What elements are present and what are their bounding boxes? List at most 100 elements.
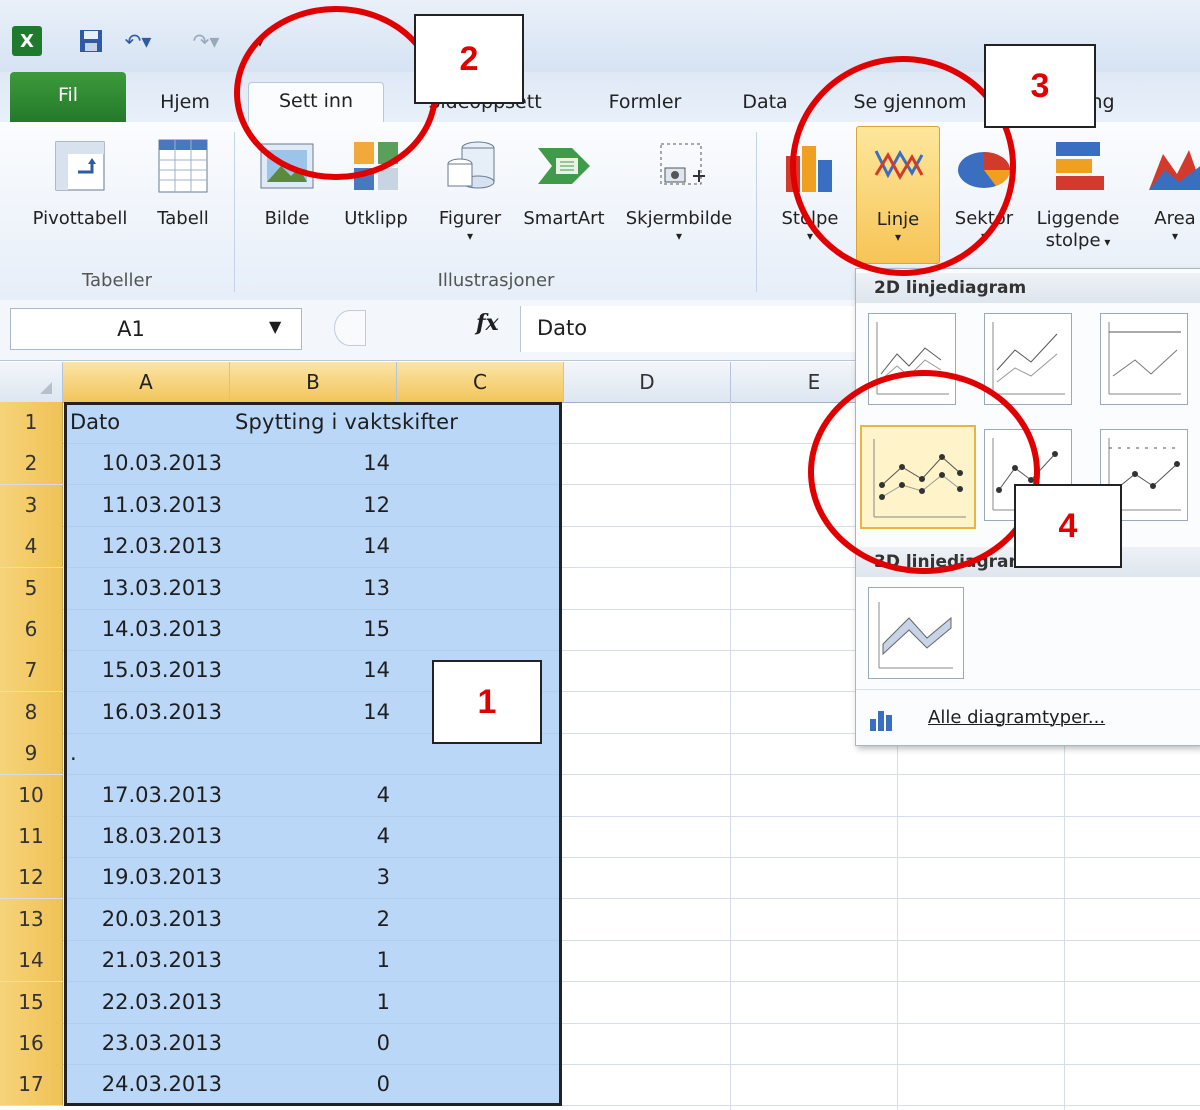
cell-b[interactable]: 14 <box>229 692 396 733</box>
name-box[interactable]: A1 ▼ <box>10 308 302 350</box>
cell-b[interactable] <box>229 733 396 774</box>
formula-bar-resize-handle[interactable] <box>334 310 366 346</box>
cell-a[interactable]: 11.03.2013 <box>64 485 228 526</box>
shapes-icon <box>438 134 502 198</box>
cell-b[interactable]: 2 <box>229 899 396 940</box>
cell-a[interactable]: 10.03.2013 <box>64 443 228 484</box>
row-cells: 13.03.2013 13 <box>0 568 600 609</box>
ribbon-divider <box>234 132 235 292</box>
clipart-label: Utklipp <box>344 208 408 229</box>
cell-b[interactable]: 12 <box>229 485 396 526</box>
select-all-corner[interactable] <box>0 362 63 402</box>
cell-b[interactable]: 13 <box>229 568 396 609</box>
cell-b[interactable]: 14 <box>229 443 396 484</box>
screenshot-label: Skjermbilde <box>625 208 733 229</box>
column-header-a[interactable]: A <box>63 362 230 402</box>
shapes-button[interactable]: Figurer ▾ <box>426 134 514 242</box>
all-chart-types-item[interactable]: Alle diagramtyper... <box>864 701 1194 737</box>
column-header-d[interactable]: D <box>564 362 731 402</box>
cell-a[interactable]: 15.03.2013 <box>64 650 228 691</box>
row-cells: Dato Spytting i vaktskifter <box>0 402 600 443</box>
row-cells: 18.03.2013 4 <box>0 816 600 857</box>
insert-function-icon[interactable]: fx <box>476 310 499 336</box>
cell-b[interactable]: 4 <box>229 816 396 857</box>
cell-a[interactable]: 12.03.2013 <box>64 526 228 567</box>
row-cells: 12.03.2013 14 <box>0 526 600 567</box>
cell-b[interactable]: 15 <box>229 609 396 650</box>
row-cells: 14.03.2013 15 <box>0 609 600 650</box>
name-box-value: A1 <box>117 317 145 341</box>
shapes-label: Figurer <box>438 208 502 229</box>
picture-label: Bilde <box>264 208 310 229</box>
cell-b[interactable]: 3 <box>229 857 396 898</box>
pivot-table-label: Pivottabell <box>32 208 128 229</box>
cell-a[interactable]: 16.03.2013 <box>64 692 228 733</box>
annotation-label-4: 4 <box>1014 484 1122 568</box>
excel-logo-icon: X <box>12 26 42 56</box>
cell-a[interactable]: 14.03.2013 <box>64 609 228 650</box>
name-box-dropdown-icon[interactable]: ▼ <box>269 317 281 336</box>
row-cells: 19.03.2013 3 <box>0 857 600 898</box>
bar-chart-label-2: stolpe <box>1045 230 1101 251</box>
tab-home[interactable]: Hjem <box>140 84 230 122</box>
smartart-icon <box>532 134 596 198</box>
smartart-button[interactable]: SmartArt <box>514 134 614 230</box>
cell-a[interactable]: Dato <box>64 402 228 443</box>
screenshot-button[interactable]: Skjermbilde ▾ <box>614 134 744 242</box>
cell-a[interactable]: . <box>64 733 228 774</box>
undo-icon[interactable]: ↶▾ <box>118 26 158 56</box>
annotation-label-3: 3 <box>984 44 1096 128</box>
annotation-circle-4 <box>808 370 1040 574</box>
cell-b[interactable]: 14 <box>229 526 396 567</box>
cell-a[interactable]: 23.03.2013 <box>64 1023 228 1064</box>
section-2d-line: 2D linjediagram <box>856 273 1200 303</box>
row-cells: 20.03.2013 2 <box>0 899 600 940</box>
cell-b[interactable]: 1 <box>229 982 396 1023</box>
cell-a[interactable]: 19.03.2013 <box>64 857 228 898</box>
3d-line-chart-option[interactable] <box>868 587 964 679</box>
cell-a[interactable]: 18.03.2013 <box>64 816 228 857</box>
group-tables-label: Tabeller <box>81 270 153 291</box>
cell-a[interactable]: 17.03.2013 <box>64 775 228 816</box>
row-cells: 10.03.2013 14 <box>0 443 600 484</box>
column-header-c[interactable]: C <box>397 362 564 402</box>
annotation-label-1: 1 <box>432 660 542 744</box>
screenshot-icon <box>647 134 711 198</box>
all-chart-types-label: Alle diagramtyper... <box>928 707 1106 728</box>
redo-icon[interactable]: ↷▾ <box>186 26 226 56</box>
cell-b[interactable]: 14 <box>229 650 396 691</box>
bar-chart-button[interactable]: Liggende stolpe ▾ <box>1030 134 1126 253</box>
cell-b[interactable]: 0 <box>229 1023 396 1064</box>
cell-a[interactable]: 24.03.2013 <box>64 1064 228 1105</box>
pivot-table-button[interactable]: Pivottabell <box>20 134 140 230</box>
bar-chart-label-1: Liggende <box>1036 208 1120 229</box>
stacked-line-chart-option[interactable] <box>984 313 1072 405</box>
area-chart-icon <box>1143 134 1200 198</box>
row-cells: 17.03.2013 4 <box>0 775 600 816</box>
area-chart-button[interactable]: Area ▾ <box>1140 134 1200 242</box>
cell-a[interactable]: 21.03.2013 <box>64 940 228 981</box>
cell-b[interactable]: 0 <box>229 1064 396 1105</box>
row-cells: 24.03.2013 0 <box>0 1064 600 1105</box>
tab-formulas[interactable]: Formler <box>590 84 700 122</box>
tab-data[interactable]: Data <box>730 84 800 122</box>
cell-a[interactable]: 20.03.2013 <box>64 899 228 940</box>
formula-content: Dato <box>537 316 588 340</box>
column-header-b[interactable]: B <box>230 362 397 402</box>
cell-a[interactable]: 22.03.2013 <box>64 982 228 1023</box>
save-icon[interactable] <box>76 26 106 56</box>
area-dropdown-icon: ▾ <box>1171 229 1179 243</box>
all-chart-types-icon <box>870 711 892 731</box>
cell-b[interactable]: 4 <box>229 775 396 816</box>
annotation-label-2: 2 <box>414 14 524 104</box>
row-cells: 22.03.2013 1 <box>0 982 600 1023</box>
table-button[interactable]: Tabell <box>146 134 220 230</box>
tab-file[interactable]: Fil <box>10 72 126 122</box>
cell-b[interactable]: Spytting i vaktskifter <box>229 402 529 443</box>
ribbon-divider <box>756 132 757 292</box>
cell-b[interactable]: 1 <box>229 940 396 981</box>
percent-stacked-line-chart-option[interactable] <box>1100 313 1188 405</box>
row-cells: 11.03.2013 12 <box>0 485 600 526</box>
annotation-circle-2 <box>234 6 438 180</box>
cell-a[interactable]: 13.03.2013 <box>64 568 228 609</box>
